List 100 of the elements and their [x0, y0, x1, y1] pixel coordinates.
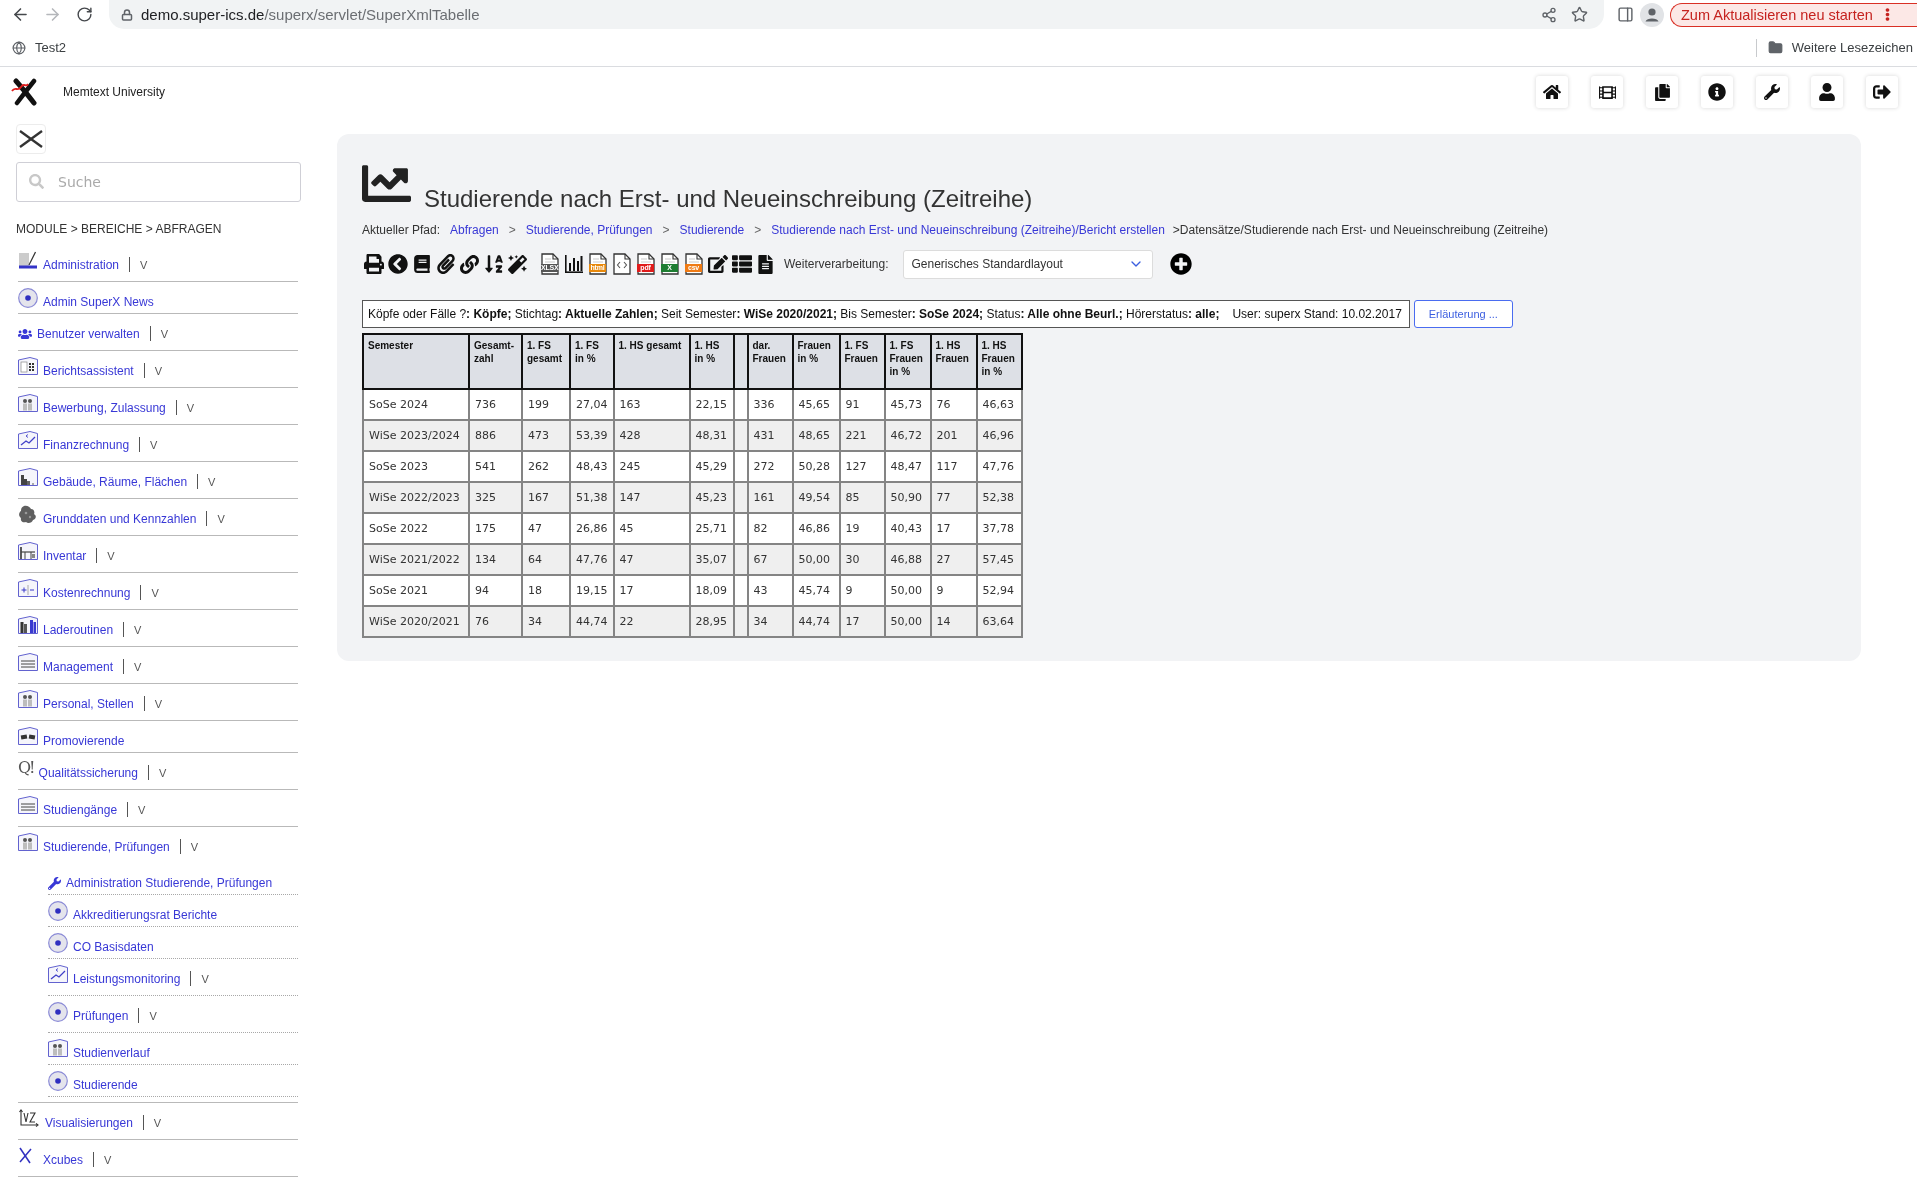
avatar-icon[interactable]	[1640, 2, 1664, 27]
attach-button[interactable]	[434, 251, 457, 277]
close-button[interactable]	[16, 124, 46, 154]
submenu-link[interactable]: CO Basisdaten	[73, 940, 154, 955]
expand-toggle[interactable]: V	[134, 660, 142, 675]
info-button[interactable]	[1701, 76, 1733, 108]
breadcrumb-link[interactable]: Studierende, Prüfungen	[525, 222, 653, 238]
menu-link[interactable]: Benutzer verwalten	[37, 327, 140, 342]
column-header[interactable]: Semester	[363, 334, 469, 389]
expand-toggle[interactable]: V	[138, 803, 146, 818]
expand-toggle[interactable]: V	[217, 512, 225, 527]
user-icon	[1818, 83, 1836, 101]
add-button[interactable]	[1169, 253, 1192, 275]
column-header[interactable]: Frauen in %	[792, 334, 840, 389]
code-file-button[interactable]	[610, 251, 633, 277]
filter-summary: Köpfe oder Fälle ?: Köpfe; Stichtag: Aktuelle Zahlen; Seit Semester: WiSe 2020/2021; Bis Semester: SoSe 2024; Status: Alle ohne Beurl.; Hörerstatus: alle;	[368, 307, 1220, 321]
url-text: demo.super-ics.de/superx/servlet/SuperXmlTabelle	[141, 6, 480, 23]
layout-select[interactable]: Generisches Standardlayout	[902, 249, 1153, 279]
explain-button[interactable]: Erläuterung ...	[1413, 300, 1513, 328]
breadcrumb-link[interactable]: Studierende nach Erst- und Neueinschreibung (Zeitreihe)/Bericht erstellen	[771, 222, 1165, 238]
breadcrumb-link[interactable]: Abfragen	[450, 222, 499, 238]
expand-toggle[interactable]: V	[208, 475, 216, 490]
axes-icon	[18, 1109, 40, 1127]
list-icon	[731, 254, 752, 274]
submenu-link[interactable]: Studierende	[73, 1078, 138, 1093]
code-file-icon	[612, 253, 631, 275]
menu-link[interactable]: Visualisierungen	[45, 1116, 133, 1131]
bookmark-link[interactable]: Test2	[12, 40, 67, 55]
breadcrumb-current: >Datensätze/Studierende nach Erst- und Neueinschreibung (Zeitreihe)	[1172, 222, 1549, 238]
menu-link[interactable]: Admin SuperX News	[43, 295, 154, 310]
submenu-link[interactable]: Akkreditierungsrat Berichte	[73, 908, 218, 923]
column-header[interactable]: 1. FS Frauen	[839, 334, 885, 389]
submenu-link[interactable]: Administration Studierende, Prüfungen	[66, 876, 273, 891]
copy-button[interactable]	[1646, 76, 1678, 108]
stairs-panel-icon	[18, 468, 38, 486]
menu-link[interactable]: Grunddaten und Kennzahlen	[43, 512, 197, 527]
expand-toggle[interactable]: V	[151, 586, 159, 601]
update-button[interactable]: Zum Aktualisieren neu starten	[1670, 2, 1917, 27]
magic-wand-icon	[508, 254, 527, 274]
column-header[interactable]: 1. HS Frauen	[930, 334, 977, 389]
column-header[interactable]: 1. HS Frauen in %	[976, 334, 1022, 389]
column-header[interactable]: 1. HS gesamt	[613, 334, 690, 389]
chart-panel-icon	[18, 431, 38, 449]
submenu-link[interactable]: Studienverlauf	[73, 1046, 150, 1061]
expand-toggle[interactable]: V	[104, 1153, 112, 1168]
column-header[interactable]: Gesamt-zahl	[469, 334, 522, 389]
address-bar[interactable]: demo.super-ics.de/superx/servlet/SuperXmlTabelle	[109, 0, 1604, 29]
expand-toggle[interactable]: V	[154, 364, 163, 379]
search-field[interactable]: Suche	[16, 162, 301, 202]
table-cell: 34	[747, 606, 793, 637]
glyph-icon: Q!	[18, 759, 34, 777]
column-header[interactable]: 1. FS gesamt	[522, 334, 570, 389]
column-header[interactable]: 1. HS in %	[689, 334, 734, 389]
lines-panel-icon	[18, 653, 38, 671]
menu-link[interactable]: Administration	[43, 258, 120, 273]
home-button[interactable]	[1536, 76, 1568, 108]
menu-link[interactable]: Promovierende	[43, 734, 125, 749]
menu-link[interactable]: Personal, Stellen	[43, 697, 134, 712]
print-button[interactable]	[362, 251, 385, 277]
column-header[interactable]: 1. FS in %	[570, 334, 614, 389]
expand-toggle[interactable]: V	[190, 840, 199, 855]
menu-link[interactable]: Studierende, Prüfungen	[43, 840, 170, 855]
logout-button[interactable]	[1866, 76, 1898, 108]
expand-toggle[interactable]: V	[153, 1116, 162, 1131]
expand-toggle[interactable]: V	[134, 623, 142, 638]
tools-button[interactable]	[1756, 76, 1788, 108]
table-cell: 44,74	[570, 606, 614, 637]
back-button[interactable]	[386, 251, 409, 277]
expand-toggle[interactable]: V	[149, 1009, 157, 1024]
figures-panel-icon	[18, 833, 38, 851]
profile-button[interactable]	[1811, 76, 1843, 108]
menu-link[interactable]: Kostenrechnung	[43, 586, 131, 601]
menu-link[interactable]: Inventar	[43, 549, 87, 564]
menu-link[interactable]: Laderoutinen	[43, 623, 114, 638]
menu-link[interactable]: Xcubes	[43, 1153, 84, 1168]
expand-toggle[interactable]: V	[186, 401, 195, 416]
submenu-link[interactable]: Prüfungen	[73, 1009, 129, 1024]
expand-toggle[interactable]: V	[160, 327, 169, 342]
expand-toggle[interactable]: V	[150, 438, 158, 453]
menu-link[interactable]: Berichtsassistent	[43, 364, 134, 379]
film-button[interactable]	[1591, 76, 1623, 108]
expand-toggle[interactable]: V	[154, 697, 163, 712]
column-header[interactable]: 1. FS Frauen in %	[884, 334, 931, 389]
table-cell: 76	[469, 606, 522, 637]
menu-link[interactable]: Qualitätssicherung	[38, 766, 138, 781]
menu-link[interactable]: Bewerbung, Zulassung	[43, 401, 166, 416]
expand-toggle[interactable]: V	[140, 258, 148, 273]
menu-link[interactable]: Management	[43, 660, 114, 675]
expand-toggle[interactable]: V	[201, 972, 209, 987]
breadcrumb-link[interactable]: Studierende	[679, 222, 745, 238]
bookmarks-folder[interactable]: Weitere Lesezeichen	[1767, 40, 1913, 55]
column-header[interactable]: dar. Frauen	[747, 334, 793, 389]
expand-toggle[interactable]: V	[158, 766, 167, 781]
menu-link[interactable]: Finanzrechnung	[43, 438, 130, 453]
submenu-link[interactable]: Leistungsmonitoring	[73, 972, 181, 987]
expand-toggle[interactable]: V	[107, 549, 115, 564]
menu-link[interactable]: Studiengänge	[43, 803, 118, 818]
figures-panel-icon	[18, 690, 38, 708]
menu-link[interactable]: Gebäude, Räume, Flächen	[43, 475, 188, 490]
blocks-panel-icon	[18, 727, 38, 745]
